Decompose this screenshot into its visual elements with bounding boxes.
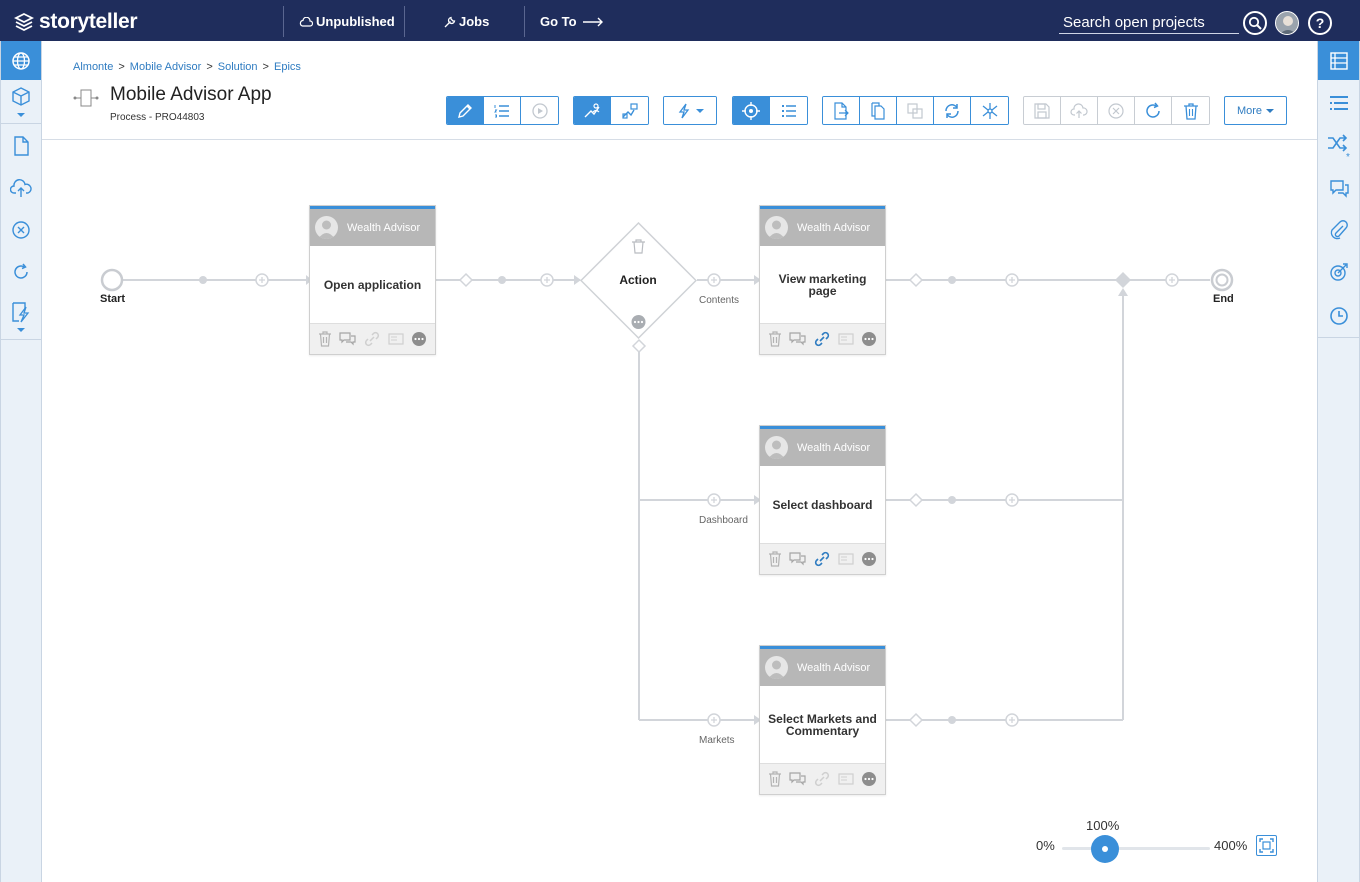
card-footer xyxy=(310,323,435,354)
card-actor: Wealth Advisor xyxy=(347,221,421,234)
comments-icon[interactable] xyxy=(339,332,357,346)
person-icon xyxy=(315,216,338,239)
add-decision-icon xyxy=(908,272,924,288)
zoom-max-label: 400% xyxy=(1214,838,1248,853)
connector-dot xyxy=(199,276,207,284)
card-header[interactable]: Wealth Advisor xyxy=(310,206,435,246)
card-title[interactable]: Select dashboard xyxy=(760,466,885,543)
more-options-icon[interactable] xyxy=(411,331,427,347)
trash-icon[interactable] xyxy=(768,551,782,567)
trash-icon[interactable] xyxy=(768,331,782,347)
more-options-icon[interactable] xyxy=(861,551,877,567)
connector-dot xyxy=(948,276,956,284)
branch-label-contents: Contents xyxy=(699,295,740,306)
image-icon[interactable] xyxy=(838,333,854,345)
add-decision-icon xyxy=(908,712,924,728)
person-icon xyxy=(765,436,788,459)
task-card-select-dashboard[interactable]: Wealth Advisor Select dashboard xyxy=(759,425,886,575)
more-options-icon[interactable] xyxy=(861,331,877,347)
card-actor: Wealth Advisor xyxy=(797,441,871,454)
link-icon[interactable] xyxy=(364,331,380,347)
trash-icon[interactable] xyxy=(768,771,782,787)
card-actor: Wealth Advisor xyxy=(797,221,871,234)
add-decision-icon xyxy=(458,272,474,288)
flow-connectors xyxy=(100,268,1234,728)
start-node xyxy=(100,268,124,292)
card-title[interactable]: Open application xyxy=(310,246,435,323)
card-title[interactable]: Select Markets and Commentary xyxy=(760,686,885,763)
branch-label-markets: Markets xyxy=(699,735,735,746)
decision-label: Action xyxy=(619,273,657,287)
card-actor: Wealth Advisor xyxy=(797,661,871,674)
zoom-min-label: 0% xyxy=(1036,838,1055,853)
task-card-open-application[interactable]: Wealth Advisor Open application xyxy=(309,205,436,355)
fit-screen-icon xyxy=(1259,838,1274,853)
image-icon[interactable] xyxy=(838,553,854,565)
connector-dot xyxy=(948,496,956,504)
task-card-view-marketing[interactable]: Wealth Advisor View marketing page xyxy=(759,205,886,355)
card-header[interactable]: Wealth Advisor xyxy=(760,646,885,686)
arrowhead xyxy=(1118,288,1128,296)
image-icon[interactable] xyxy=(838,773,854,785)
more-options-icon[interactable] xyxy=(861,771,877,787)
merge-diamond xyxy=(1115,272,1131,288)
branch-label-dashboard: Dashboard xyxy=(699,515,748,526)
connector-dot xyxy=(948,716,956,724)
trash-icon[interactable] xyxy=(318,331,332,347)
person-icon xyxy=(765,656,788,679)
comments-icon[interactable] xyxy=(789,332,807,346)
card-title[interactable]: View marketing page xyxy=(760,246,885,323)
comments-icon[interactable] xyxy=(789,552,807,566)
end-label: End xyxy=(1213,293,1234,305)
zoom-slider-handle[interactable] xyxy=(1091,835,1119,863)
card-footer xyxy=(760,323,885,354)
link-icon[interactable] xyxy=(814,551,830,567)
zoom-current-label: 100% xyxy=(1086,818,1120,833)
task-card-select-markets[interactable]: Wealth Advisor Select Markets and Commen… xyxy=(759,645,886,795)
add-decision-icon xyxy=(908,492,924,508)
fit-to-screen-button[interactable] xyxy=(1256,835,1277,856)
end-node-inner xyxy=(1215,273,1229,287)
connector-dot xyxy=(498,276,506,284)
link-icon[interactable] xyxy=(814,331,830,347)
more-options-icon[interactable] xyxy=(631,315,646,329)
card-header[interactable]: Wealth Advisor xyxy=(760,206,885,246)
start-label: Start xyxy=(100,293,126,305)
add-branch-icon xyxy=(631,338,647,354)
card-header[interactable]: Wealth Advisor xyxy=(760,426,885,466)
comments-icon[interactable] xyxy=(789,772,807,786)
person-icon xyxy=(765,216,788,239)
zoom-slider-track[interactable] xyxy=(1062,847,1210,850)
image-icon[interactable] xyxy=(388,333,404,345)
link-icon[interactable] xyxy=(814,771,830,787)
card-footer xyxy=(760,543,885,574)
card-footer xyxy=(760,763,885,794)
